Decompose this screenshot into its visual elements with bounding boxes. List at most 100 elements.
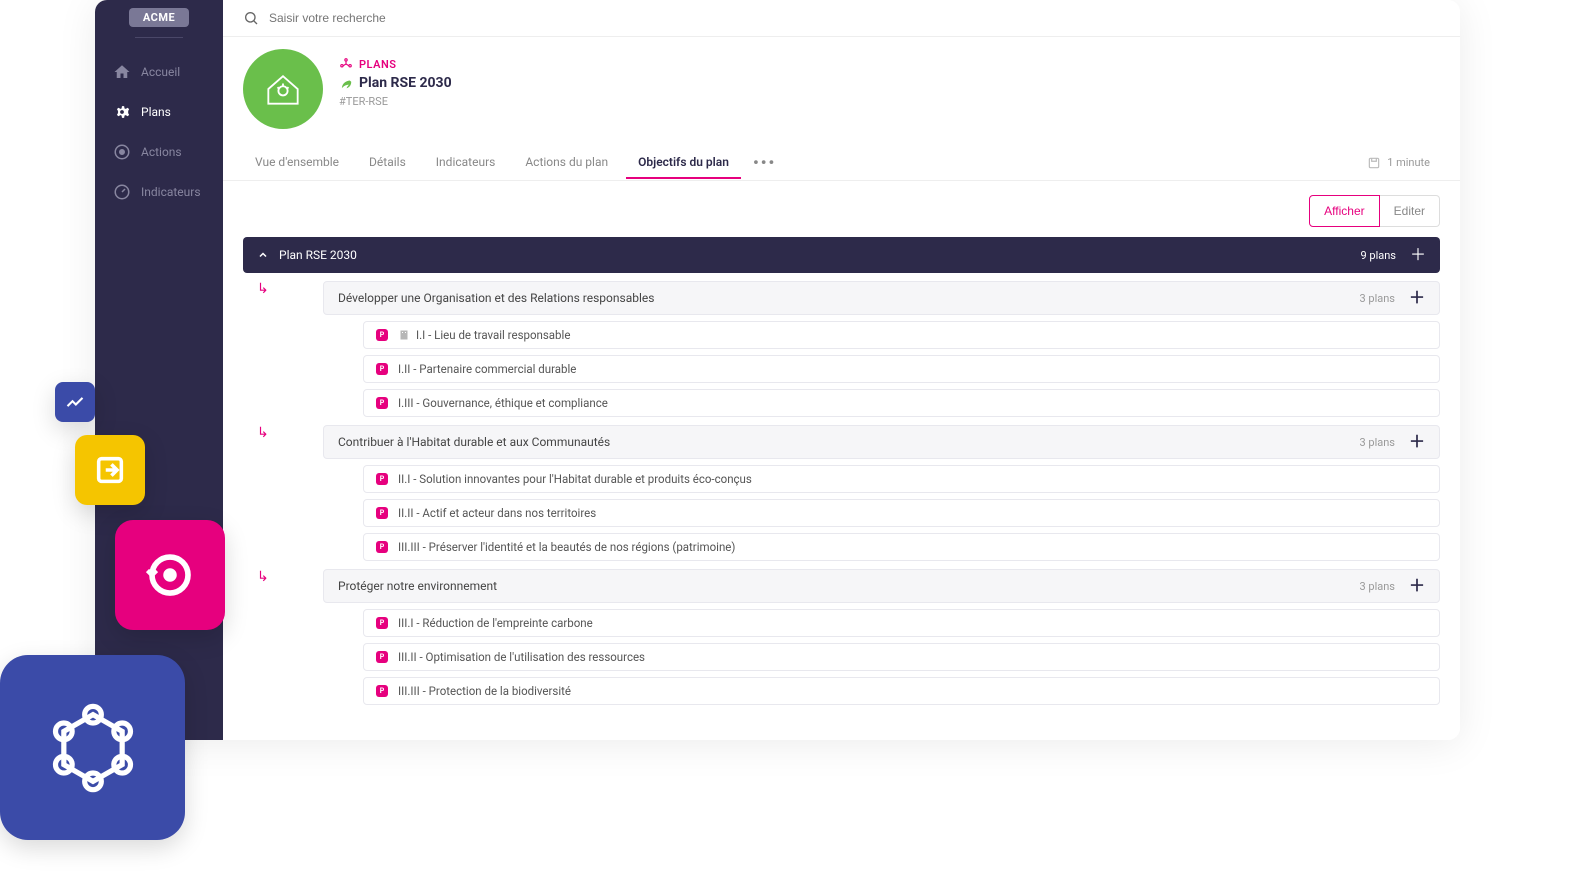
plan-tag: #TER-RSE [339, 95, 452, 108]
tree-item[interactable]: II.I - Solution innovantes pour l'Habita… [363, 465, 1440, 493]
chevron-up-icon [257, 249, 269, 261]
plan-badge-icon [376, 473, 388, 485]
arrow-icon: ↳ [257, 281, 269, 297]
molecule-icon [339, 57, 353, 71]
breadcrumb-label: PLANS [359, 58, 396, 71]
root-count: 9 plans [1360, 249, 1396, 262]
tree-item[interactable]: III.II - Optimisation de l'utilisation d… [363, 643, 1440, 671]
item-label: III.I - Réduction de l'empreinte carbone [398, 616, 593, 630]
brand-logo: ACME [129, 8, 189, 27]
time-text: 1 minute [1387, 156, 1430, 169]
plan-title-row: Plan RSE 2030 [339, 75, 452, 91]
item-label: II.II - Actif et acteur dans nos territo… [398, 506, 596, 520]
sidebar-item-plans[interactable]: Plans [95, 92, 223, 132]
search-icon [243, 10, 259, 26]
plan-badge-icon [376, 617, 388, 629]
breadcrumb[interactable]: PLANS [339, 57, 452, 71]
item-label: III.II - Optimisation de l'utilisation d… [398, 650, 645, 664]
header-text: PLANS Plan RSE 2030 #TER-RSE [339, 49, 452, 108]
home-icon [113, 63, 131, 81]
float-tile-chart [55, 382, 95, 422]
trend-icon [65, 392, 85, 412]
leaf-icon [339, 76, 353, 90]
sidebar-item-indicateurs[interactable]: Indicateurs [95, 172, 223, 212]
plan-badge-icon [376, 363, 388, 375]
group-title: Contribuer à l'Habitat durable et aux Co… [338, 435, 610, 449]
sidebar-item-label: Accueil [141, 65, 180, 79]
tree-item[interactable]: III.I - Réduction de l'empreinte carbone [363, 609, 1440, 637]
item-label: I.III - Gouvernance, éthique et complian… [398, 396, 608, 410]
tab-details[interactable]: Détails [357, 147, 418, 179]
page-header: PLANS Plan RSE 2030 #TER-RSE [223, 37, 1460, 129]
tree-item[interactable]: I.II - Partenaire commercial durable [363, 355, 1440, 383]
sidebar-item-accueil[interactable]: Accueil [95, 52, 223, 92]
target-icon [113, 143, 131, 161]
nav: Accueil Plans Actions Indicateurs [95, 48, 223, 212]
tab-overview[interactable]: Vue d'ensemble [243, 147, 351, 179]
item-label: II.I - Solution innovantes pour l'Habita… [398, 472, 752, 486]
item-label: I.I - Lieu de travail responsable [416, 328, 570, 342]
plan-badge-icon [376, 329, 388, 341]
plan-avatar [243, 49, 323, 129]
tree-group[interactable]: Protéger notre environnement 3 plans ＋ [323, 569, 1440, 603]
refresh-icon [143, 548, 197, 602]
float-tile-import [75, 435, 145, 505]
tree-item[interactable]: III.III - Protection de la biodiversité [363, 677, 1440, 705]
float-tile-refresh [115, 520, 225, 630]
house-bulb-icon [261, 67, 305, 111]
gear-icon [113, 103, 131, 121]
search-bar [223, 0, 1460, 37]
tab-indicators[interactable]: Indicateurs [424, 147, 508, 179]
import-icon [93, 453, 127, 487]
tree-item[interactable]: I.I - Lieu de travail responsable [363, 321, 1440, 349]
tab-objectives[interactable]: Objectifs du plan [626, 147, 741, 179]
tree-root[interactable]: Plan RSE 2030 9 plans ＋ [243, 237, 1440, 273]
sidebar-item-label: Indicateurs [141, 185, 201, 199]
gauge-icon [113, 183, 131, 201]
plan-badge-icon [376, 541, 388, 553]
arrow-icon: ↳ [257, 425, 269, 441]
tree-item[interactable]: II.II - Actif et acteur dans nos territo… [363, 499, 1440, 527]
sidebar-item-actions[interactable]: Actions [95, 132, 223, 172]
group-count: 3 plans [1359, 580, 1395, 593]
tree-content: Plan RSE 2030 9 plans ＋ ↳ Développer une… [223, 237, 1460, 725]
tree-group[interactable]: Développer une Organisation et des Relat… [323, 281, 1440, 315]
float-tile-network [0, 655, 185, 840]
item-label: I.II - Partenaire commercial durable [398, 362, 576, 376]
add-subplan-button[interactable]: ＋ [1409, 434, 1425, 450]
tree-item[interactable]: I.III - Gouvernance, éthique et complian… [363, 389, 1440, 417]
tree-group[interactable]: Contribuer à l'Habitat durable et aux Co… [323, 425, 1440, 459]
plan-title: Plan RSE 2030 [359, 75, 452, 91]
sidebar-item-label: Actions [141, 145, 182, 159]
arrow-icon: ↳ [257, 569, 269, 585]
add-subplan-button[interactable]: ＋ [1409, 290, 1425, 306]
sidebar-item-label: Plans [141, 105, 171, 119]
item-label: III.III - Protection de la biodiversité [398, 684, 571, 698]
tree-item[interactable]: III.III - Préserver l'identité et la bea… [363, 533, 1440, 561]
search-input[interactable] [269, 11, 1440, 25]
display-button[interactable]: Afficher [1309, 195, 1379, 227]
root-title: Plan RSE 2030 [279, 248, 357, 262]
plan-badge-icon [376, 685, 388, 697]
add-plan-button[interactable]: ＋ [1410, 247, 1426, 263]
group-count: 3 plans [1359, 292, 1395, 305]
tabs: Vue d'ensemble Détails Indicateurs Actio… [223, 129, 1460, 181]
edit-button[interactable]: Editer [1380, 195, 1440, 227]
group-title: Développer une Organisation et des Relat… [338, 291, 654, 305]
building-icon [398, 329, 410, 341]
plan-badge-icon [376, 507, 388, 519]
tab-actions[interactable]: Actions du plan [513, 147, 620, 179]
add-subplan-button[interactable]: ＋ [1409, 578, 1425, 594]
main-content: PLANS Plan RSE 2030 #TER-RSE Vue d'ensem… [223, 0, 1460, 740]
network-icon [43, 698, 143, 798]
item-label: III.III - Préserver l'identité et la bea… [398, 540, 735, 554]
group-count: 3 plans [1359, 436, 1395, 449]
view-toolbar: Afficher Editer [223, 181, 1460, 237]
tab-more[interactable]: ••• [747, 145, 782, 180]
plan-badge-icon [376, 397, 388, 409]
app-window: ACME Accueil Plans Actions Indicateurs [95, 0, 1460, 740]
group-title: Protéger notre environnement [338, 579, 497, 593]
plan-badge-icon [376, 651, 388, 663]
divider [135, 37, 183, 38]
save-icon [1367, 156, 1381, 170]
